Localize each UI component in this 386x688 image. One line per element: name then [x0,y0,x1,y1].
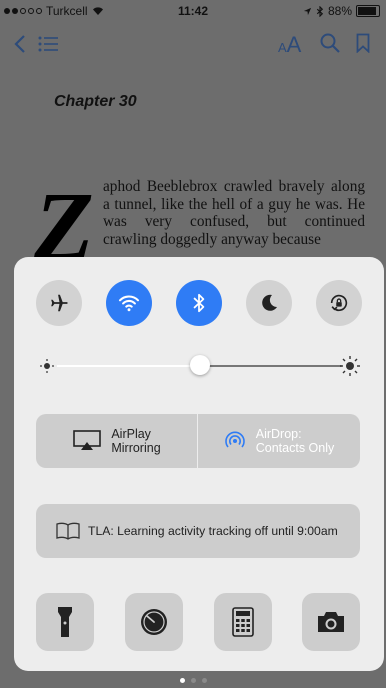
do-not-disturb-toggle[interactable] [246,280,292,326]
flashlight-icon [58,607,72,637]
tla-label: TLA: Learning activity tracking off unti… [88,524,338,538]
airplane-icon [51,294,68,312]
airdrop-button[interactable]: AirDrop: Contacts Only [198,414,360,468]
search-icon[interactable] [320,33,340,53]
airdrop-line2: Contacts Only [255,441,335,455]
timer-icon [141,609,167,635]
font-size-label: AA [278,32,302,57]
page-dot [179,678,185,683]
bookmark-icon[interactable] [356,33,370,53]
camera-button[interactable] [302,593,360,651]
chapter-title: Chapter 30 [54,93,137,110]
bluetooth-icon [193,293,205,313]
wifi-toggle[interactable] [106,280,152,326]
moon-icon [262,294,277,311]
battery-percent: 88% [327,4,352,18]
airplay-label: AirPlay Mirroring [111,427,160,455]
airdrop-icon [224,431,245,448]
airplay-icon [73,430,102,450]
status-bar: Turkcell 11:42 88% [0,0,386,22]
brightness-knob[interactable] [189,355,210,375]
flashlight-button[interactable] [36,593,94,651]
back-icon[interactable] [14,34,26,54]
page-indicator [0,678,386,683]
page-dot [190,678,196,683]
font-size-icon[interactable]: AA [278,32,301,58]
battery-icon [356,5,380,17]
status-right: 88% [303,4,380,18]
airplay-airdrop-panel: AirPlay Mirroring AirDrop: Contacts Only [36,414,360,468]
book-text: aphod Beeblebrox crawled bravely along a… [103,178,365,248]
brightness-fill [57,365,200,367]
control-center: AirPlay Mirroring AirDrop: Contacts Only [14,257,384,671]
tla-button[interactable]: TLA: Learning activity tracking off unti… [36,504,360,558]
airdrop-line1: AirDrop: [255,427,302,441]
bluetooth-status-icon [316,5,324,17]
calculator-icon [232,607,254,637]
wifi-icon [118,295,140,312]
location-icon [303,7,312,15]
rotation-lock-toggle[interactable] [316,280,362,326]
book-icon [56,522,80,540]
calculator-button[interactable] [214,593,272,651]
tools-row [36,593,360,651]
airplay-line1: AirPlay [111,427,151,441]
airplane-mode-toggle[interactable] [36,280,82,326]
camera-icon [318,612,344,632]
timer-button[interactable] [125,593,183,651]
airdrop-label: AirDrop: Contacts Only [256,427,335,455]
airplay-mirroring-button[interactable]: AirPlay Mirroring [36,414,198,468]
list-icon[interactable] [38,36,58,52]
battery-level [358,7,376,15]
rotation-lock-icon [330,294,348,312]
brightness-low-icon [40,359,54,373]
bluetooth-toggle[interactable] [176,280,222,326]
toggle-row [36,280,362,326]
brightness-high-icon [340,356,360,376]
reader-toolbar: AA [0,28,386,64]
airplay-line2: Mirroring [111,441,161,455]
brightness-slider[interactable] [40,355,360,377]
page-dot [201,678,207,683]
